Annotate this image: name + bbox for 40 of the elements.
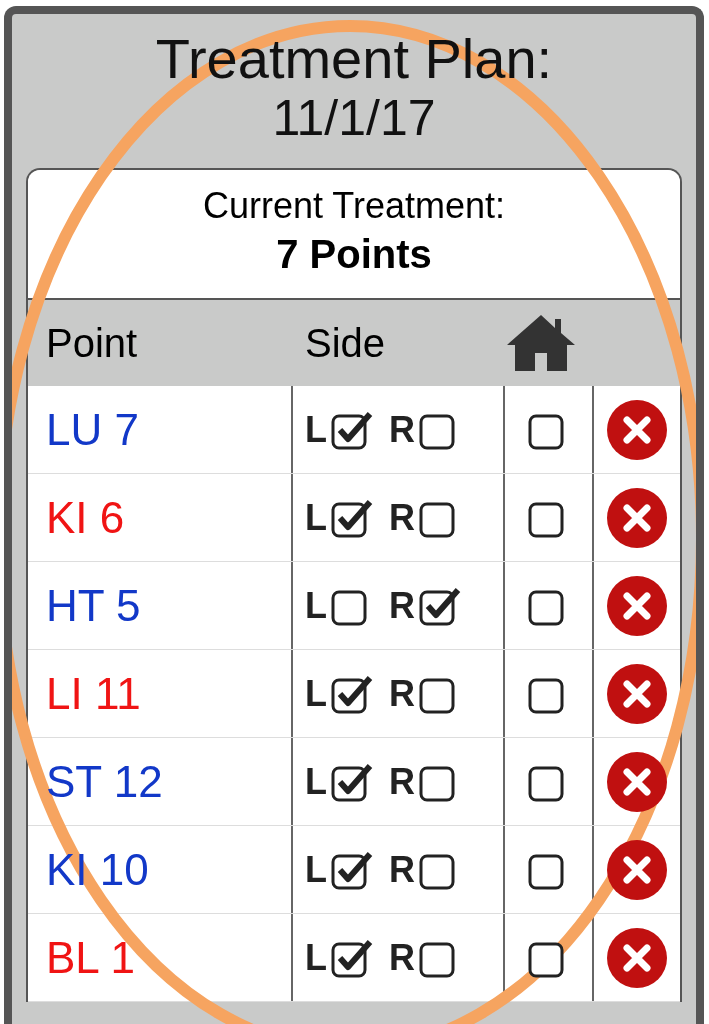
summary-label: Current Treatment: [201,184,507,228]
side-label: R [389,408,415,451]
side-label: L [305,936,327,979]
side-label: L [305,760,327,803]
point-name: BL 1 [46,932,135,983]
left-checkbox[interactable] [331,409,373,450]
delete-icon[interactable] [606,486,668,549]
point-name: KI 6 [46,492,125,543]
point-name: HT 5 [46,580,141,631]
left-checkbox[interactable] [331,849,373,890]
delete-icon[interactable] [606,926,668,989]
left-checkbox[interactable] [331,497,373,538]
delete-icon[interactable] [606,574,668,637]
point-name: LI 11 [46,668,141,719]
side-label: R [389,760,415,803]
side-label: R [389,848,415,891]
point-name: ST 12 [46,756,163,807]
side-label: L [305,672,327,715]
side-label: L [305,584,327,627]
side-label: L [305,848,327,891]
left-checkbox[interactable] [331,673,373,714]
right-checkbox[interactable] [419,585,461,626]
side-label: R [389,672,415,715]
point-name: LU 7 [46,404,139,455]
side-label: R [389,936,415,979]
home-icon [505,313,577,373]
side-label: R [389,584,415,627]
side-label: L [305,408,327,451]
delete-icon[interactable] [606,838,668,901]
delete-icon[interactable] [606,750,668,813]
side-label: L [305,496,327,539]
delete-icon[interactable] [606,662,668,725]
column-header: Side [304,320,387,366]
plan-date: 11/1/17 [271,90,437,146]
side-label: R [389,496,415,539]
points-count: 7 Points [275,231,433,278]
delete-icon[interactable] [606,398,668,461]
left-checkbox[interactable] [331,937,373,978]
left-checkbox[interactable] [331,761,373,802]
column-header: Point [45,320,139,366]
